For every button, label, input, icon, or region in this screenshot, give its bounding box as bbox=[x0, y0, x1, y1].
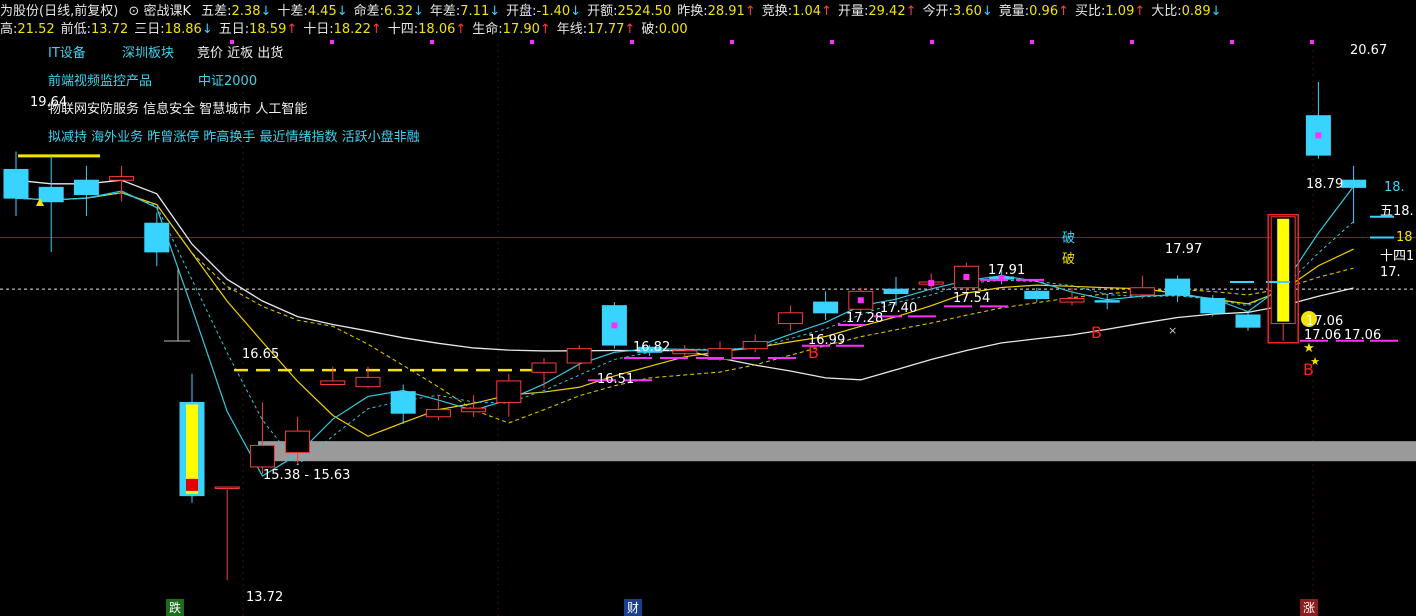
candle-body bbox=[320, 380, 346, 386]
candle-body bbox=[1129, 287, 1155, 296]
star-icon: ★ bbox=[1303, 341, 1315, 356]
bottom-marker-fall[interactable]: 跌 bbox=[166, 599, 185, 616]
candle-body bbox=[109, 176, 135, 181]
top-dot-4 bbox=[630, 40, 634, 44]
price-label-1651: 16.51 bbox=[597, 372, 635, 387]
price-label-1706b: 17.06 bbox=[1304, 328, 1342, 343]
candle-body bbox=[214, 486, 240, 489]
candle-body bbox=[1059, 297, 1085, 303]
candle-body bbox=[1165, 278, 1191, 296]
magenta-dot bbox=[928, 280, 935, 287]
highlight-candle-36 bbox=[1277, 218, 1290, 322]
candle-body bbox=[496, 380, 522, 403]
top-dot-7 bbox=[930, 40, 934, 44]
price-label-1706c: 17.06 bbox=[1344, 328, 1382, 343]
candle-body bbox=[3, 168, 29, 199]
top-dot-0 bbox=[230, 40, 234, 44]
signal-buy-2: B bbox=[1091, 323, 1102, 342]
candle-body bbox=[566, 348, 592, 364]
price-label-hi-right: 20.67 bbox=[1350, 43, 1388, 58]
candle-body bbox=[1024, 290, 1050, 299]
candle-body bbox=[249, 444, 275, 468]
candle-body bbox=[38, 186, 64, 203]
price-label-1754: 17.54 bbox=[953, 291, 991, 306]
signal-buy-3: B bbox=[1303, 360, 1314, 379]
right-axis-si: 十四1 bbox=[1380, 249, 1415, 264]
right-axis-wu: 五18. bbox=[1380, 204, 1414, 219]
candle-body bbox=[777, 312, 803, 325]
candle-body bbox=[1235, 314, 1261, 328]
price-label-1740: 17.40 bbox=[880, 301, 918, 316]
bottom-marker-finance[interactable]: 财 bbox=[624, 599, 643, 616]
ma-line-yellow-dashed bbox=[15, 192, 1354, 424]
candle-body bbox=[390, 391, 416, 414]
top-dot-10 bbox=[1230, 40, 1234, 44]
candle-body bbox=[1094, 300, 1120, 303]
cross-icon: × bbox=[1168, 324, 1177, 337]
top-dot-8 bbox=[1030, 40, 1034, 44]
signal-buy-1: B bbox=[808, 343, 819, 362]
right-axis-17: 17. bbox=[1380, 265, 1401, 280]
candle-body bbox=[742, 341, 768, 350]
candle-body bbox=[73, 179, 99, 196]
candle-body bbox=[355, 376, 381, 388]
price-label-low: 13.72 bbox=[246, 590, 284, 605]
price-label-1728: 17.28 bbox=[846, 311, 884, 326]
top-dot-6 bbox=[830, 40, 834, 44]
signal-po-1: 破 bbox=[1062, 231, 1076, 246]
candle-body bbox=[425, 409, 451, 418]
candle-body bbox=[531, 362, 557, 373]
top-dot-3 bbox=[530, 40, 534, 44]
top-dot-11 bbox=[1310, 40, 1314, 44]
signal-po-2: 破 bbox=[1062, 252, 1076, 267]
red-square-marker bbox=[186, 478, 198, 491]
support-band bbox=[258, 441, 1416, 462]
kline-chart[interactable]: ★★× bbox=[0, 0, 1416, 616]
candle-body bbox=[1200, 297, 1226, 314]
ma-line-cyan-dashed bbox=[15, 192, 1354, 466]
magenta-dot bbox=[1315, 132, 1322, 139]
price-label-1665: 16.65 bbox=[242, 347, 280, 362]
price-label-1797: 17.97 bbox=[1165, 242, 1203, 257]
right-axis-18-yellow: 18 bbox=[1396, 230, 1413, 245]
candle-body bbox=[813, 301, 839, 314]
price-label-1706a: 17.06 bbox=[1306, 314, 1344, 329]
right-axis-18: 18. bbox=[1384, 180, 1405, 195]
candle-body bbox=[672, 350, 698, 355]
top-dot-9 bbox=[1130, 40, 1134, 44]
candle-body bbox=[883, 288, 909, 294]
top-dot-1 bbox=[330, 40, 334, 44]
magenta-dot bbox=[963, 273, 970, 280]
candle-body bbox=[144, 222, 170, 253]
price-label-hi-left: 19.64 bbox=[30, 95, 68, 110]
candle-body bbox=[1341, 179, 1367, 188]
candle-body bbox=[285, 430, 311, 454]
candle-body bbox=[461, 407, 487, 413]
price-label-1791: 17.91 bbox=[988, 263, 1026, 278]
top-dot-5 bbox=[730, 40, 734, 44]
price-label-1879: 18.79 bbox=[1306, 177, 1344, 192]
price-label-range: 15.38 - 15.63 bbox=[263, 468, 351, 483]
magenta-dot bbox=[611, 322, 618, 329]
top-dot-2 bbox=[430, 40, 434, 44]
magenta-dot bbox=[857, 297, 864, 304]
ma-line-yellow bbox=[15, 192, 1354, 437]
bottom-marker-rise[interactable]: 涨 bbox=[1300, 599, 1319, 616]
price-label-1682: 16.82 bbox=[633, 340, 671, 355]
